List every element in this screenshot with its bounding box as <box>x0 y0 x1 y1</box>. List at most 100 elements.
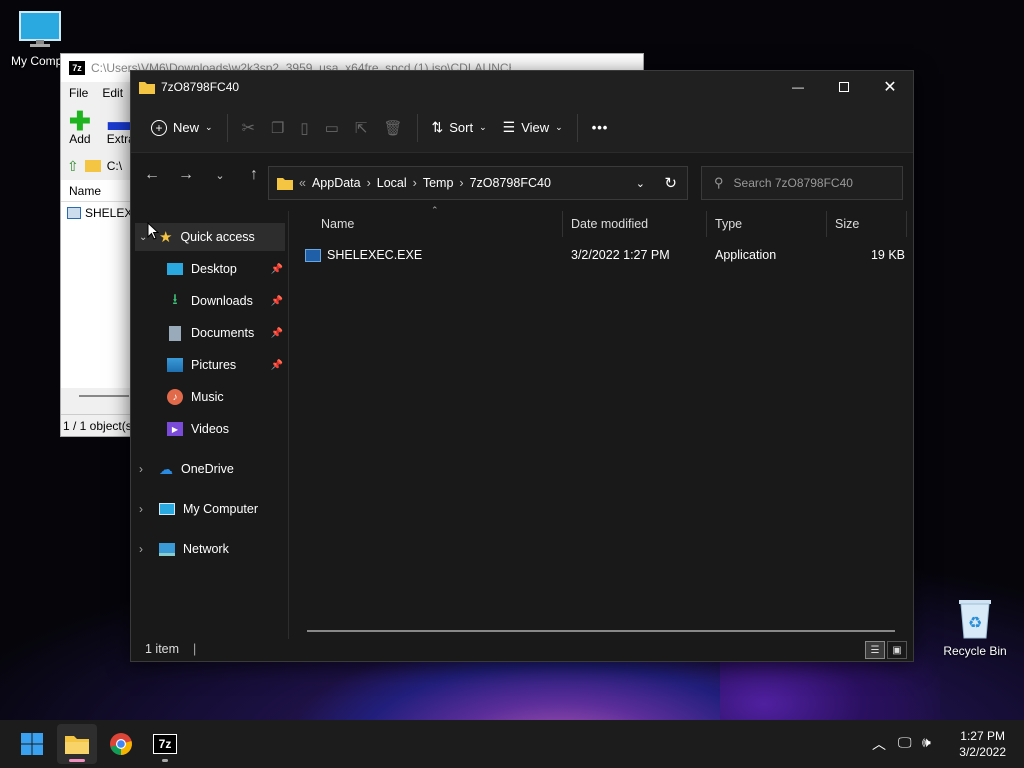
add-button[interactable]: ✚ Add <box>69 108 91 146</box>
nav-label: OneDrive <box>181 462 234 476</box>
nav-label: My Computer <box>183 502 259 516</box>
nav-music[interactable]: ♪ Music <box>167 383 287 411</box>
svg-text:♻: ♻ <box>968 613 982 632</box>
running-indicator <box>162 759 168 762</box>
file-size: 19 KB <box>870 248 905 262</box>
share-button[interactable]: ⇱ <box>347 112 376 144</box>
recent-locations-button[interactable]: ⌄ <box>203 160 237 190</box>
paste-button[interactable]: ▯ <box>292 112 316 144</box>
breadcrumb-overflow[interactable]: « <box>299 176 306 190</box>
taskbar-chrome[interactable] <box>101 724 141 764</box>
horizontal-scrollbar[interactable] <box>307 630 895 632</box>
forward-button[interactable]: → <box>169 160 203 190</box>
new-button[interactable]: + New ⌄ <box>143 112 221 144</box>
menu-edit[interactable]: Edit <box>102 86 123 100</box>
nav-label: Documents <box>191 326 255 340</box>
monitor-icon <box>159 503 175 515</box>
desktop-icon-recycle-bin[interactable]: ♻ Recycle Bin <box>935 596 1015 658</box>
clock-date: 3/2/2022 <box>959 745 1006 759</box>
nav-downloads[interactable]: ⭳ Downloads 📌 <box>167 287 287 315</box>
close-button[interactable]: ✕ <box>867 71 913 103</box>
file-list: Name ⌃ Date modified Type Size SHELEXEC.… <box>291 205 913 639</box>
chevron-down-icon: ⌄ <box>205 122 213 132</box>
pin-icon: 📌 <box>270 263 283 275</box>
music-icon: ♪ <box>167 389 183 405</box>
nav-documents[interactable]: Documents 📌 <box>167 319 287 347</box>
column-header-type[interactable]: Type <box>707 211 827 237</box>
cut-button[interactable]: ✂ <box>234 112 263 144</box>
clock[interactable]: 1:27 PM 3/2/2022 <box>959 728 1006 760</box>
nav-pictures[interactable]: Pictures 📌 <box>167 351 287 379</box>
share-icon: ⇱ <box>354 119 368 137</box>
clock-time: 1:27 PM <box>960 729 1005 743</box>
desktop-icon-label: Recycle Bin <box>943 644 1007 658</box>
column-header-size[interactable]: Size <box>827 211 907 237</box>
sort-icon: ⇅ <box>431 119 444 135</box>
taskbar-file-explorer[interactable] <box>57 724 97 764</box>
nav-label: Downloads <box>191 294 253 308</box>
copy-button[interactable]: ❐ <box>263 112 292 144</box>
explorer-window[interactable]: 7zO8798FC40 — ✕ + New ⌄ ✂ ❐ ▯ ▭ ⇱ 🗑 ⇅ So… <box>130 70 914 662</box>
table-row[interactable]: SHELEXEC.EXE 3/2/2022 1:27 PM Applicatio… <box>305 243 905 267</box>
sort-button[interactable]: ⇅ Sort ⌄ <box>424 112 495 144</box>
plus-circle-icon: + <box>151 119 167 136</box>
maximize-button[interactable] <box>821 71 867 103</box>
scissors-icon: ✂ <box>241 119 255 137</box>
breadcrumb-temp[interactable]: Temp <box>423 176 454 190</box>
divider <box>416 113 418 142</box>
nav-label: Pictures <box>191 358 237 372</box>
nav-network[interactable]: › Network <box>139 535 285 563</box>
up-button[interactable]: ↑ <box>237 160 271 190</box>
breadcrumb-local[interactable]: Local <box>377 176 407 190</box>
back-button[interactable]: ← <box>135 160 169 190</box>
start-button[interactable] <box>12 724 52 764</box>
network-tray-icon[interactable]: 🖵 <box>898 734 912 751</box>
column-header-name[interactable]: Name ⌃ <box>313 205 563 237</box>
taskbar-7zip[interactable]: 7z <box>145 724 185 764</box>
nav-onedrive[interactable]: › ☁ OneDrive <box>139 455 285 483</box>
chevron-right-icon: › <box>366 176 371 190</box>
address-history-button[interactable]: ⌄ <box>636 177 645 190</box>
nav-desktop[interactable]: Desktop 📌 <box>167 255 287 283</box>
sevenzip-address-input[interactable]: C:\ <box>107 159 122 173</box>
up-folder-icon[interactable]: ⇧ <box>67 158 79 175</box>
pin-icon: 📌 <box>270 359 283 371</box>
chrome-icon <box>110 733 132 755</box>
minimize-button[interactable]: — <box>775 71 821 103</box>
rename-button[interactable]: ▭ <box>317 112 347 144</box>
new-label: New <box>173 120 200 135</box>
show-hidden-icons-button[interactable]: ︿ <box>872 734 886 754</box>
file-name: SHELEXEC.EXE <box>327 248 423 262</box>
address-bar[interactable]: « AppData › Local › Temp › 7zO8798FC40 ⌄… <box>268 166 688 200</box>
details-view-button[interactable]: ☰ <box>865 641 885 659</box>
search-input[interactable]: ⚲ Search 7zO8798FC40 <box>701 166 903 200</box>
nav-label: Quick access <box>180 230 255 244</box>
nav-videos[interactable]: ▶ Videos <box>167 415 287 443</box>
refresh-button[interactable]: ↻ <box>664 174 677 192</box>
close-icon: ✕ <box>883 79 897 96</box>
breadcrumb-appdata[interactable]: AppData <box>312 176 361 190</box>
menu-file[interactable]: File <box>69 86 88 100</box>
large-icons-view-button[interactable]: ▣ <box>887 641 907 659</box>
nav-my-computer[interactable]: › My Computer <box>139 495 285 523</box>
see-more-button[interactable]: ••• <box>584 112 617 144</box>
delete-button[interactable]: 🗑 <box>375 112 410 144</box>
explorer-titlebar[interactable]: 7zO8798FC40 — ✕ <box>131 71 913 103</box>
pictures-icon <box>167 358 183 372</box>
arrow-right-icon: → <box>178 166 194 183</box>
windows-logo-icon <box>21 733 43 755</box>
file-type: Application <box>715 248 777 262</box>
chevron-down-icon: ⌄ <box>555 122 563 132</box>
nav-label: Desktop <box>191 262 237 276</box>
navigation-pane: ⌄ ★ Quick access Desktop 📌 ⭳ Downloads 📌… <box>131 211 289 639</box>
volume-icon[interactable]: 🕪 <box>922 734 931 751</box>
view-button[interactable]: ☰ View ⌄ <box>495 112 571 144</box>
trash-icon: 🗑 <box>383 119 403 137</box>
chevron-up-icon: ︿ <box>872 736 886 752</box>
cloud-icon: ☁ <box>159 460 173 477</box>
sevenzip-hscroll[interactable] <box>79 395 129 397</box>
minimize-icon: — <box>792 80 804 94</box>
breadcrumb-current[interactable]: 7zO8798FC40 <box>470 176 551 190</box>
arrow-up-icon: ↑ <box>250 166 258 183</box>
column-header-date[interactable]: Date modified <box>563 211 707 237</box>
